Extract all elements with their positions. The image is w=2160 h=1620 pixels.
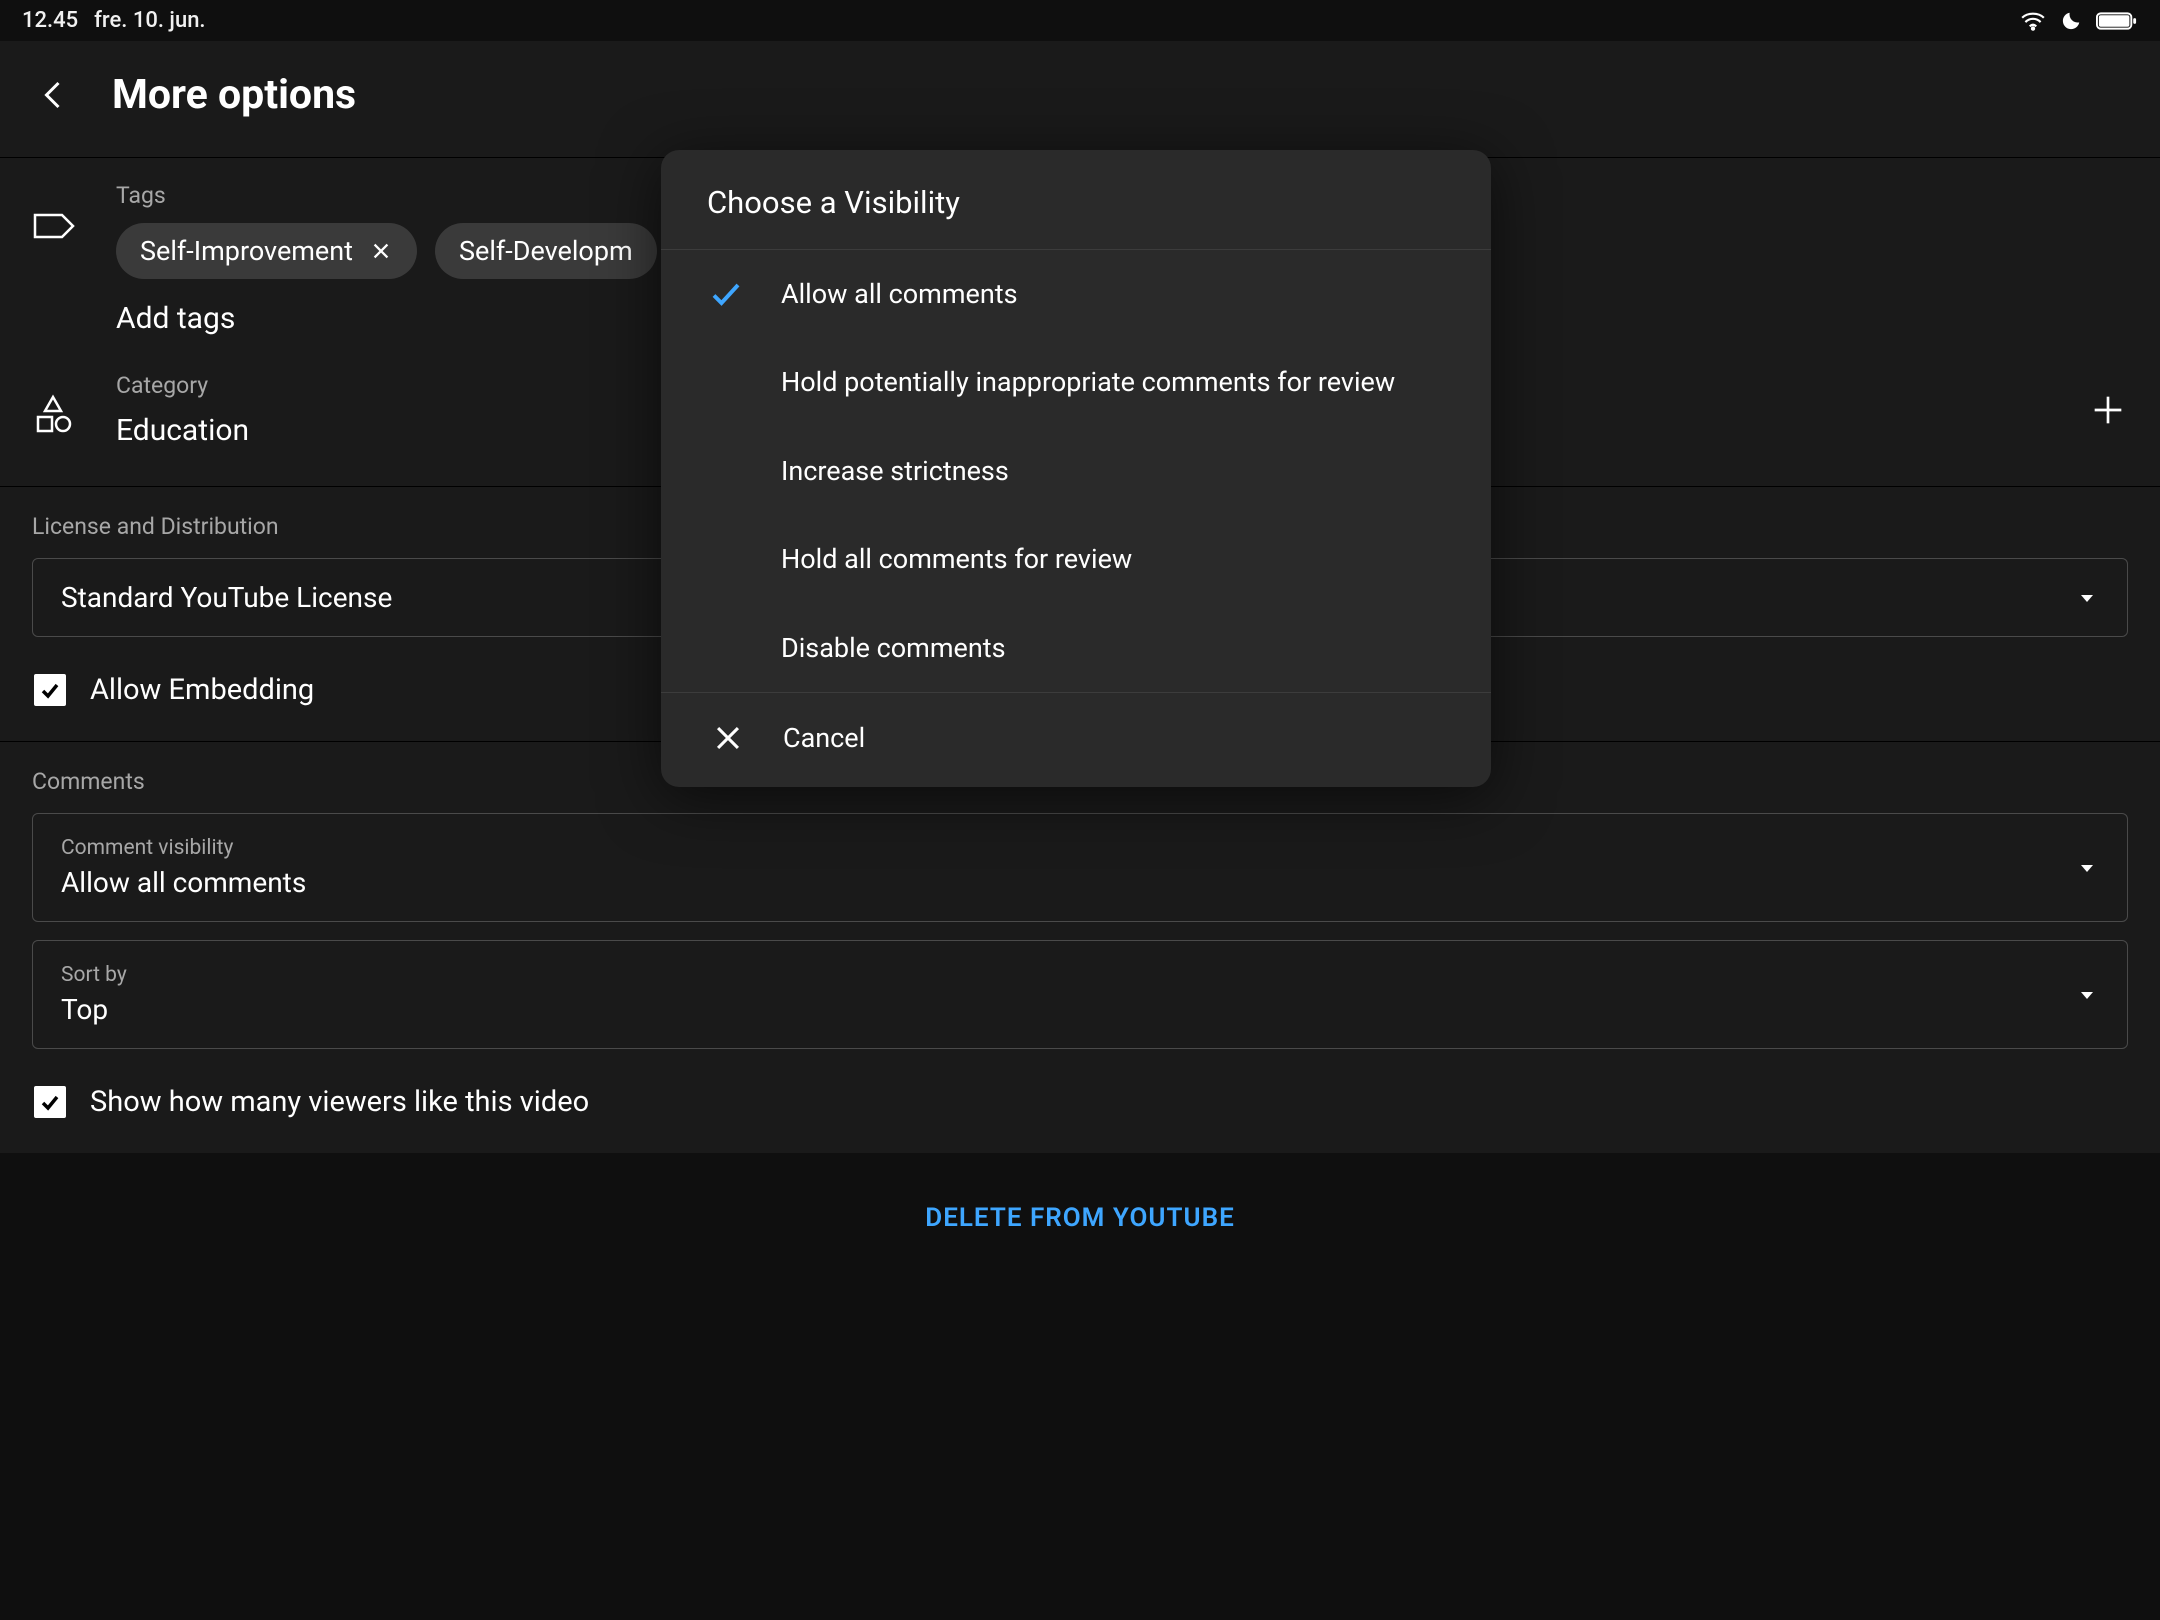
chevron-down-icon — [2075, 983, 2099, 1007]
visibility-option-allow-all[interactable]: Allow all comments — [661, 250, 1491, 338]
moon-icon — [2060, 10, 2082, 32]
visibility-option-hold-all[interactable]: Hold all comments for review — [661, 515, 1491, 603]
back-icon[interactable] — [36, 77, 72, 113]
visibility-option-hold-inappropriate[interactable]: Hold potentially inappropriate comments … — [661, 338, 1491, 426]
option-label: Hold all comments for review — [781, 541, 1451, 577]
comment-sort-value: Top — [61, 993, 127, 1026]
check-icon — [701, 276, 751, 312]
show-likes-label: Show how many viewers like this video — [90, 1085, 589, 1119]
plus-icon[interactable] — [2088, 390, 2128, 430]
delete-from-youtube-button[interactable]: DELETE FROM YOUTUBE — [0, 1153, 2160, 1293]
comment-sort-select[interactable]: Sort by Top — [32, 940, 2128, 1049]
option-label: Disable comments — [781, 630, 1451, 666]
option-label: Increase strictness — [781, 453, 1451, 489]
chevron-down-icon — [2075, 586, 2099, 610]
close-icon — [703, 721, 753, 755]
tag-chip-label: Self-Improvement — [140, 235, 353, 267]
popover-title: Choose a Visibility — [661, 150, 1491, 250]
chevron-down-icon — [2075, 856, 2099, 880]
battery-icon — [2096, 11, 2138, 31]
tag-chip[interactable]: Self-Developm — [435, 223, 657, 279]
show-likes-row[interactable]: Show how many viewers like this video — [0, 1067, 2160, 1153]
comment-visibility-value: Allow all comments — [61, 866, 306, 899]
option-label: Allow all comments — [781, 276, 1451, 312]
allow-embedding-label: Allow Embedding — [90, 673, 314, 707]
visibility-option-disable[interactable]: Disable comments — [661, 604, 1491, 692]
comment-visibility-select[interactable]: Comment visibility Allow all comments — [32, 813, 2128, 922]
visibility-popover: Choose a Visibility Allow all comments H… — [661, 150, 1491, 787]
license-value: Standard YouTube License — [61, 581, 392, 614]
status-bar: 12.45 fre. 10. jun. — [0, 0, 2160, 41]
cancel-label: Cancel — [783, 722, 865, 754]
shapes-icon — [32, 393, 74, 435]
tag-icon — [32, 210, 76, 242]
header: More options — [0, 41, 2160, 157]
comments-section: Comments Comment visibility Allow all co… — [0, 741, 2160, 1153]
comment-sort-label: Sort by — [61, 963, 127, 987]
checkbox-checked-icon[interactable] — [34, 1086, 66, 1118]
status-date: fre. 10. jun. — [94, 8, 205, 33]
checkbox-checked-icon[interactable] — [34, 674, 66, 706]
comment-visibility-label: Comment visibility — [61, 836, 306, 860]
tag-chip-label: Self-Developm — [459, 235, 633, 267]
close-icon[interactable] — [369, 239, 393, 263]
status-time: 12.45 — [22, 8, 78, 33]
option-label: Hold potentially inappropriate comments … — [781, 364, 1451, 400]
wifi-icon — [2020, 11, 2046, 31]
visibility-option-increase-strictness[interactable]: Increase strictness — [661, 427, 1491, 515]
page-title: More options — [112, 71, 356, 119]
tag-chip[interactable]: Self-Improvement — [116, 223, 417, 279]
